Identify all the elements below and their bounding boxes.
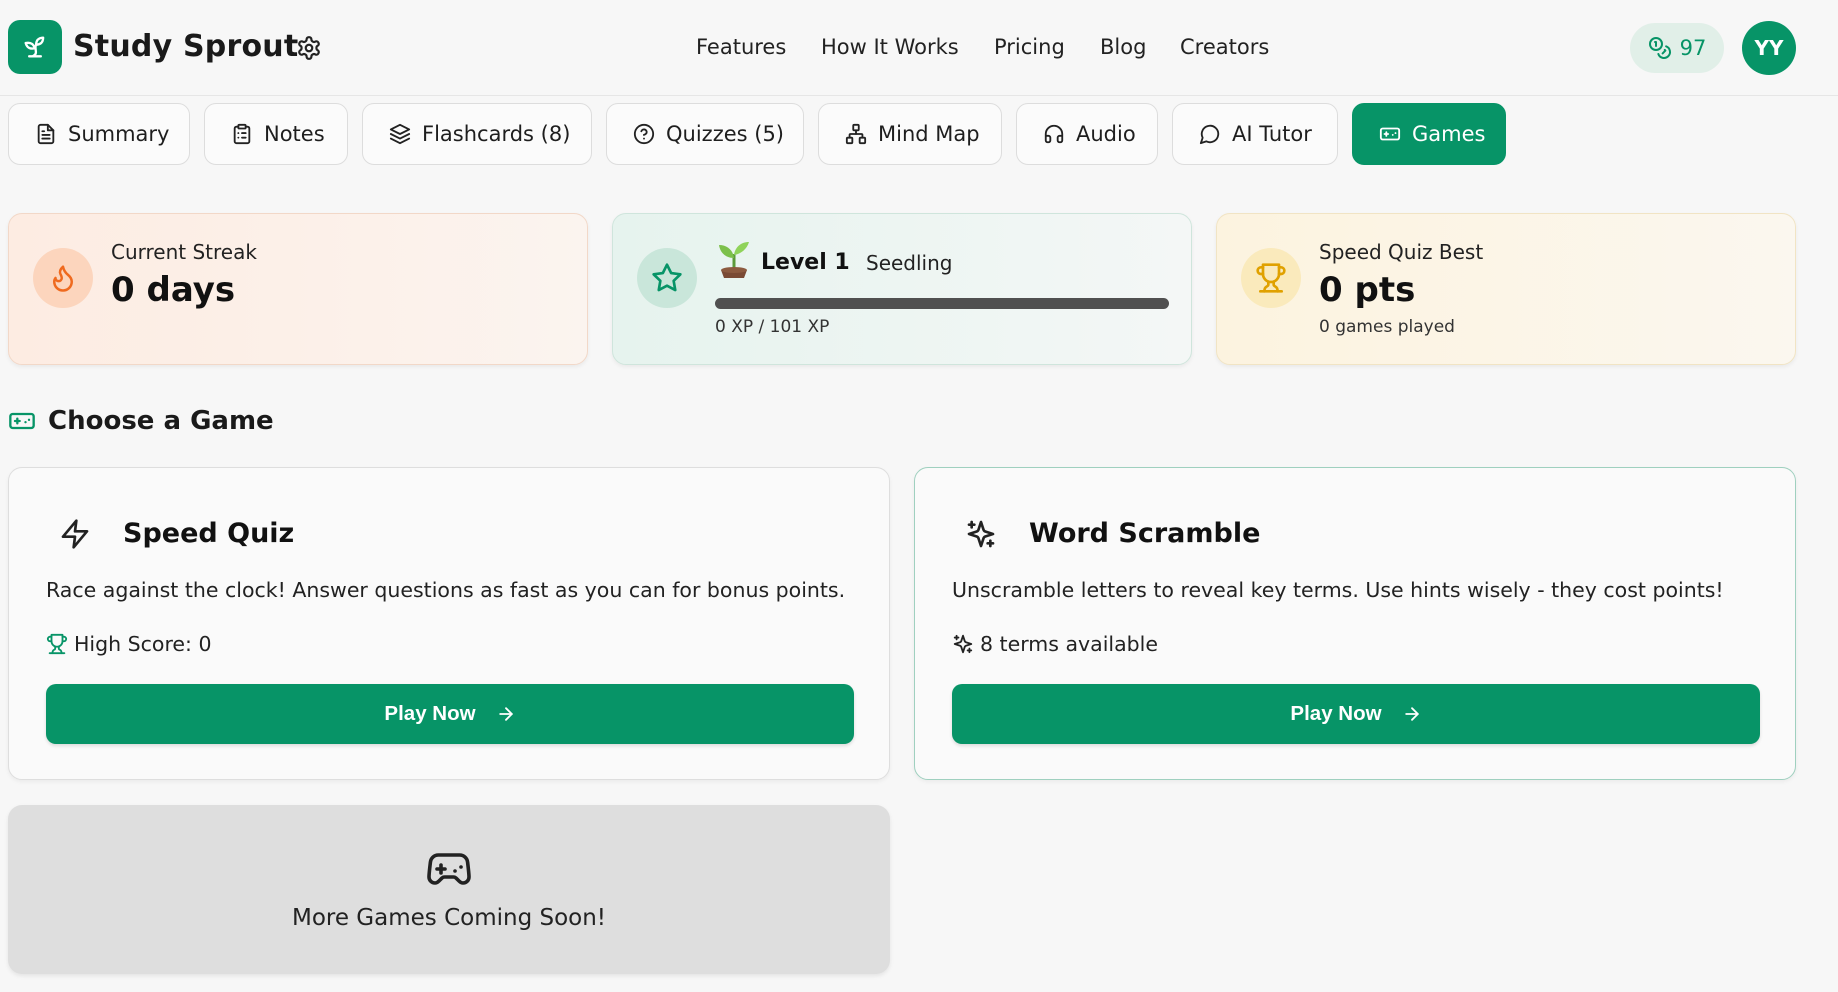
lightning-icon bbox=[59, 518, 93, 552]
gear-icon[interactable] bbox=[296, 35, 322, 61]
play-now-button[interactable]: Play Now bbox=[952, 684, 1760, 744]
tab-label: Flashcards (8) bbox=[422, 122, 571, 146]
coming-soon-card: More Games Coming Soon! bbox=[8, 805, 890, 974]
speed-quiz-game-card[interactable]: Speed Quiz Race against the clock! Answe… bbox=[8, 467, 890, 780]
level-rank: Seedling bbox=[866, 251, 953, 275]
tab-label: Quizzes (5) bbox=[666, 122, 785, 146]
trophy-icon bbox=[46, 633, 68, 655]
tab-quizzes[interactable]: Quizzes (5) bbox=[606, 103, 804, 165]
document-icon bbox=[37, 123, 55, 145]
tab-label: Summary bbox=[68, 122, 170, 146]
trophy-icon bbox=[1241, 248, 1301, 308]
game-title: Speed Quiz bbox=[123, 518, 295, 549]
credits-count: 97 bbox=[1679, 36, 1707, 60]
help-circle-icon bbox=[633, 123, 655, 145]
streak-card: Current Streak 0 days bbox=[8, 213, 588, 365]
coming-soon-text: More Games Coming Soon! bbox=[291, 905, 607, 931]
tab-flashcards[interactable]: Flashcards (8) bbox=[362, 103, 592, 165]
nav-pricing[interactable]: Pricing bbox=[994, 35, 1065, 59]
sparkles-icon bbox=[953, 634, 973, 654]
game-description: Race against the clock! Answer questions… bbox=[46, 578, 846, 602]
nav-creators[interactable]: Creators bbox=[1180, 35, 1269, 59]
arrow-right-icon bbox=[498, 707, 513, 721]
terms-available-text: 8 terms available bbox=[980, 632, 1158, 656]
speed-quiz-card: Speed Quiz Best 0 pts 0 games played bbox=[1216, 213, 1796, 365]
tab-summary[interactable]: Summary bbox=[8, 103, 190, 165]
gamepad-icon bbox=[9, 412, 35, 430]
tab-notes[interactable]: Notes bbox=[204, 103, 348, 165]
terms-available: 8 terms available bbox=[952, 632, 1158, 656]
gamepad-icon bbox=[425, 849, 473, 889]
streak-label: Current Streak bbox=[111, 240, 257, 264]
tab-label: Mind Map bbox=[878, 122, 980, 146]
star-icon bbox=[637, 248, 697, 308]
game-title: Word Scramble bbox=[1029, 518, 1261, 549]
tab-mind-map[interactable]: Mind Map bbox=[818, 103, 1002, 165]
coins-icon bbox=[1648, 37, 1671, 59]
clipboard-icon bbox=[233, 123, 251, 145]
chat-bubble-icon bbox=[1199, 124, 1220, 145]
layers-icon bbox=[389, 123, 411, 145]
level-label: Level 1 bbox=[761, 250, 850, 275]
nav-how-it-works[interactable]: How It Works bbox=[821, 35, 959, 59]
high-score-text: High Score: 0 bbox=[74, 632, 212, 656]
sparkles-icon bbox=[965, 518, 999, 552]
sprout-icon bbox=[24, 36, 45, 58]
tab-label: Games bbox=[1412, 122, 1486, 146]
section-title: Choose a Game bbox=[8, 406, 274, 436]
play-now-label: Play Now bbox=[1290, 702, 1382, 725]
top-navbar: Study Sprout Features How It Works Prici… bbox=[0, 0, 1838, 96]
credits-badge[interactable]: 97 bbox=[1630, 23, 1724, 73]
speed-quiz-value: 0 pts bbox=[1319, 270, 1416, 310]
play-now-label: Play Now bbox=[384, 702, 476, 725]
games-played: 0 games played bbox=[1319, 317, 1455, 337]
tab-label: Audio bbox=[1076, 122, 1136, 146]
speed-quiz-label: Speed Quiz Best bbox=[1319, 240, 1484, 264]
streak-value: 0 days bbox=[111, 270, 236, 310]
xp-text: 0 XP / 101 XP bbox=[715, 317, 830, 337]
flame-icon bbox=[33, 248, 93, 308]
word-scramble-game-card[interactable]: Word Scramble Unscramble letters to reve… bbox=[914, 467, 1796, 780]
logo[interactable] bbox=[8, 20, 62, 74]
tab-audio[interactable]: Audio bbox=[1016, 103, 1158, 165]
nav-features[interactable]: Features bbox=[696, 35, 786, 59]
section-title-text: Choose a Game bbox=[48, 406, 274, 436]
level-card: Level 1 Seedling 0 XP / 101 XP bbox=[612, 213, 1192, 365]
xp-progress-bar bbox=[715, 298, 1169, 309]
tab-label: Notes bbox=[264, 122, 325, 146]
gamepad-icon bbox=[1379, 127, 1401, 141]
avatar[interactable]: YY bbox=[1742, 21, 1796, 75]
high-score: High Score: 0 bbox=[46, 632, 212, 656]
tab-games[interactable]: Games bbox=[1352, 103, 1506, 165]
headphones-icon bbox=[1044, 124, 1064, 144]
brand-name[interactable]: Study Sprout bbox=[73, 29, 298, 64]
network-icon bbox=[845, 123, 867, 145]
nav-blog[interactable]: Blog bbox=[1100, 35, 1146, 59]
play-now-button[interactable]: Play Now bbox=[46, 684, 854, 744]
tab-ai-tutor[interactable]: AI Tutor bbox=[1172, 103, 1338, 165]
arrow-right-icon bbox=[1404, 707, 1419, 721]
seedling-emoji bbox=[717, 240, 751, 280]
game-description: Unscramble letters to reveal key terms. … bbox=[952, 578, 1724, 602]
tab-label: AI Tutor bbox=[1232, 122, 1312, 146]
